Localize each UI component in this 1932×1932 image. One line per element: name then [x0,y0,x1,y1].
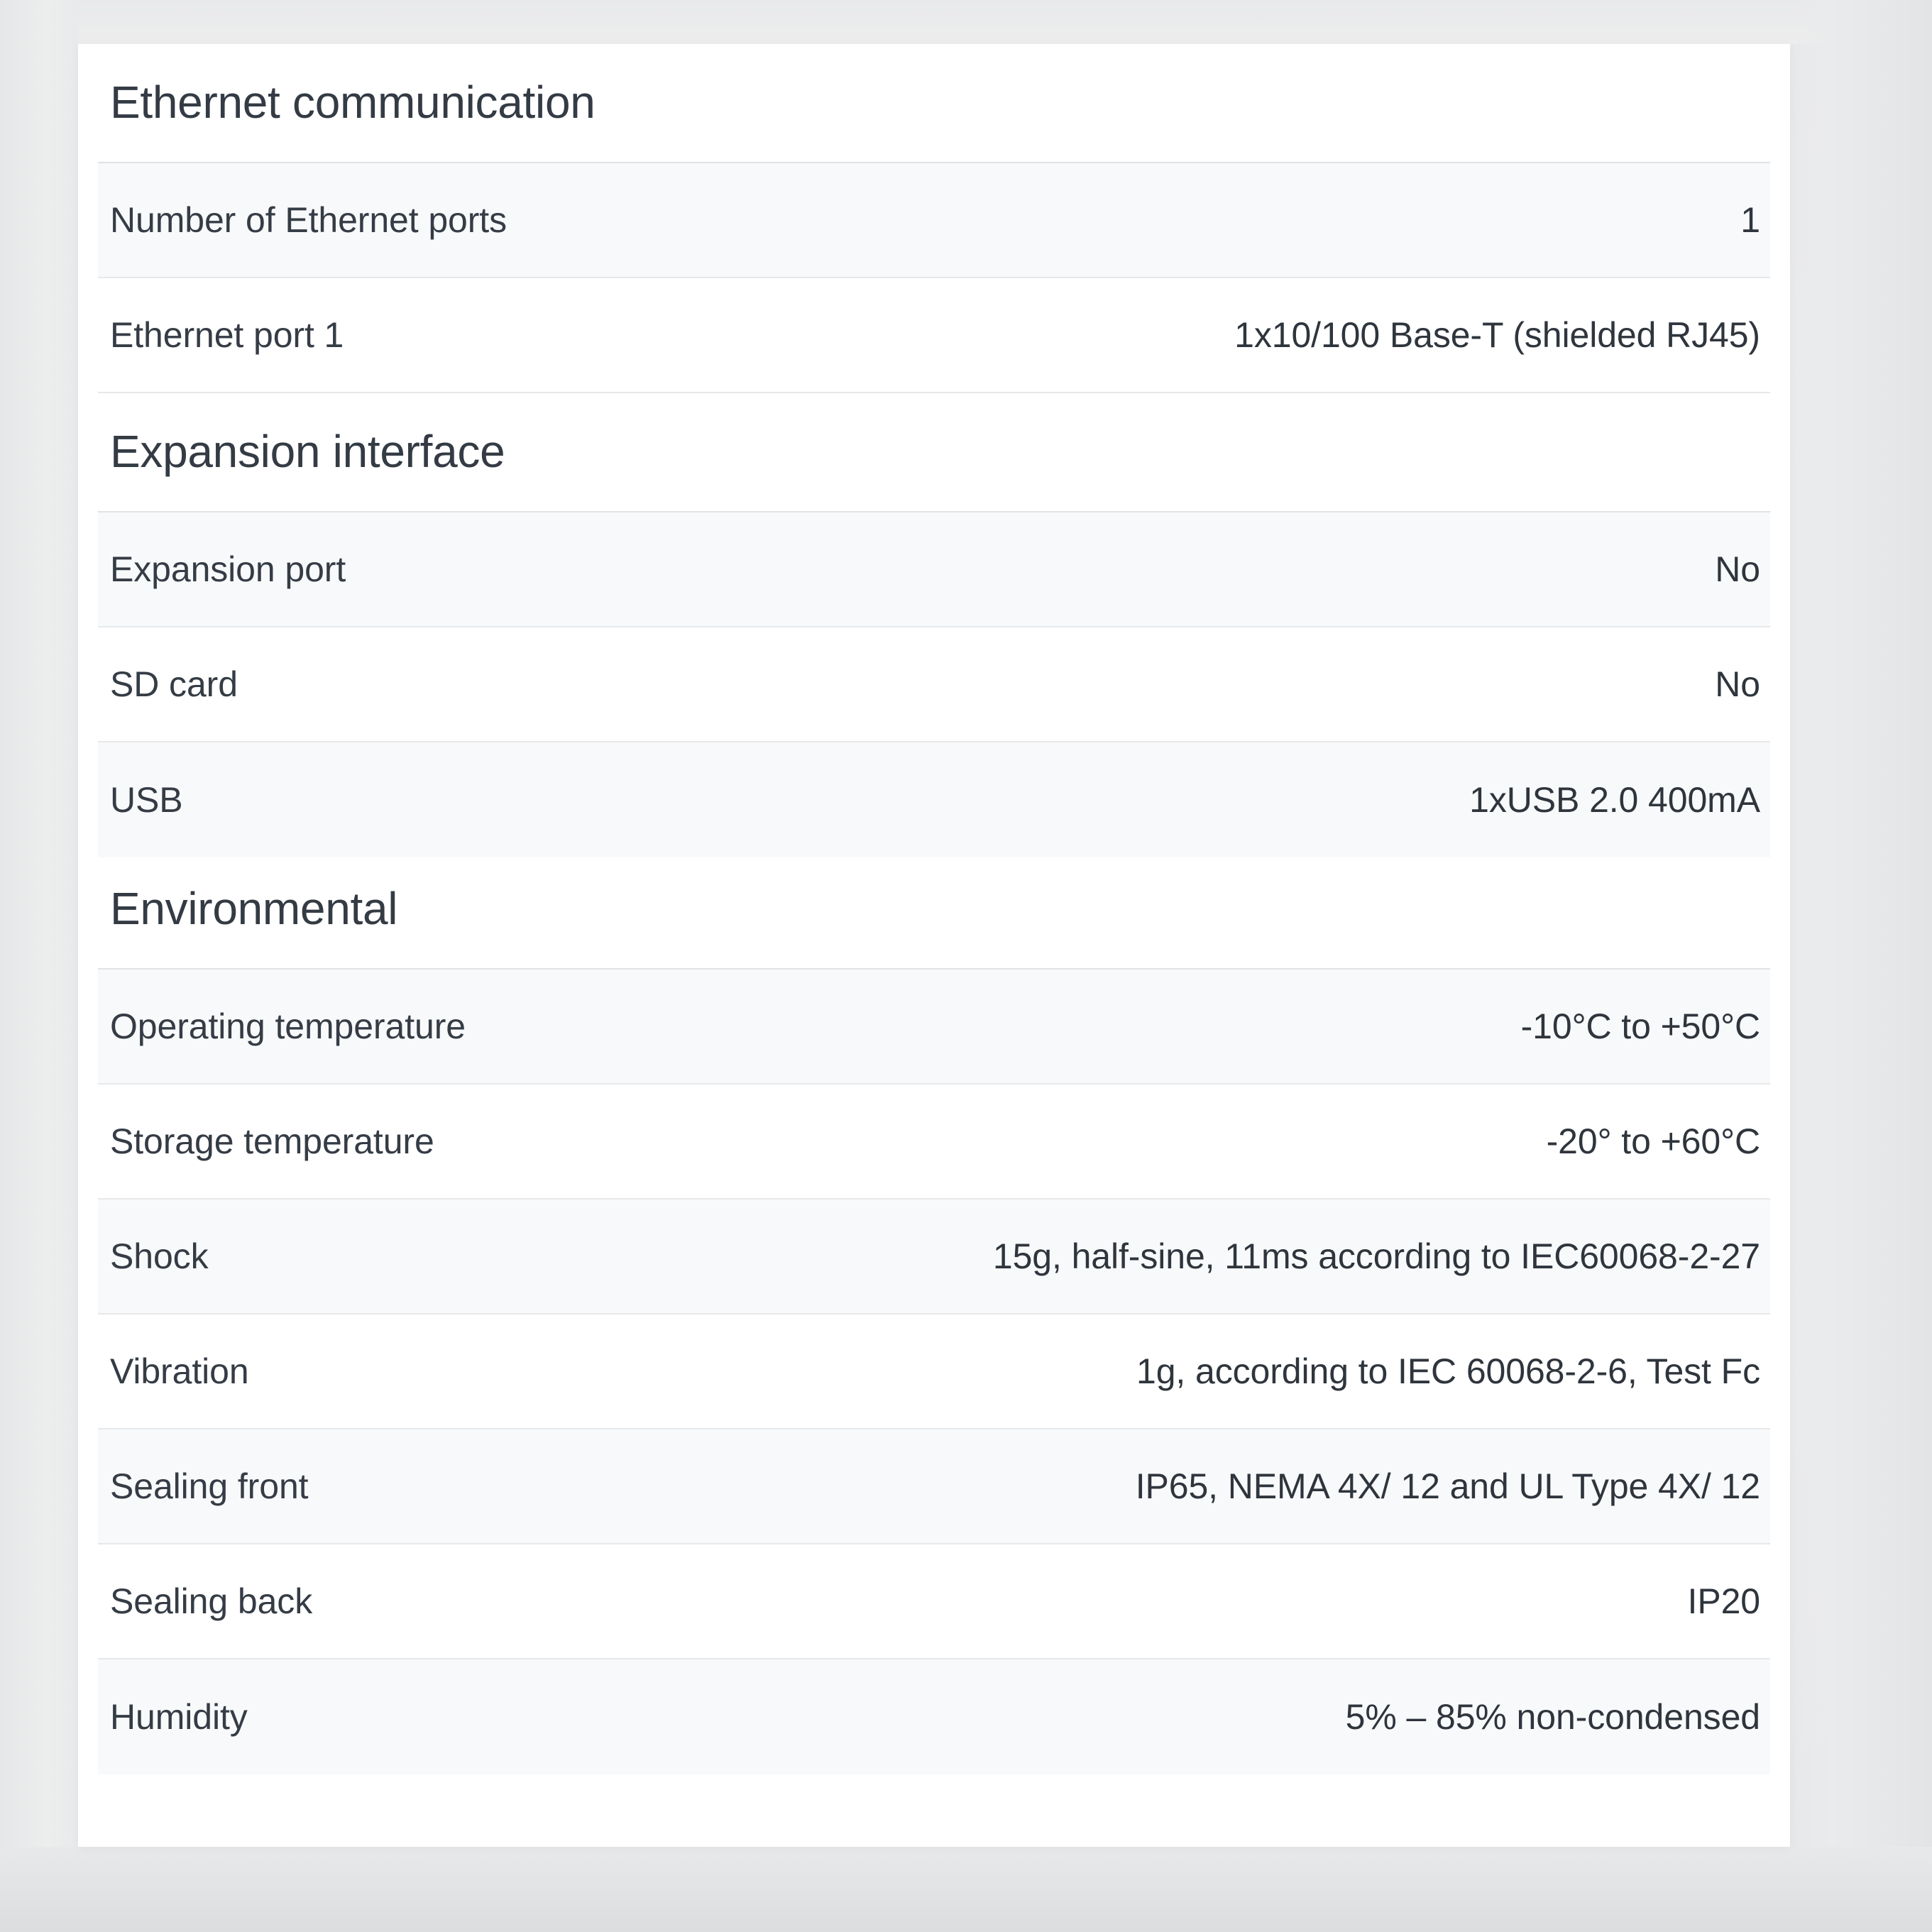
row-value: 5% – 85% non-condensed [1345,1697,1760,1737]
row-label: Operating temperature [110,1006,466,1046]
row-label: SD card [110,664,238,704]
page-root: Ethernet communication Number of Etherne… [0,0,1932,1932]
row-label: Sealing front [110,1466,309,1506]
table-row: USB 1xUSB 2.0 400mA [98,742,1770,857]
specification-table: Ethernet communication Number of Etherne… [78,44,1790,1774]
background-right-gradient [1790,0,1932,1932]
row-value: 1xUSB 2.0 400mA [1469,780,1760,820]
row-label: Vibration [110,1351,249,1391]
row-value: -20° to +60°C [1546,1121,1760,1161]
row-label: Shock [110,1236,209,1276]
table-row: Vibration 1g, according to IEC 60068-2-6… [98,1314,1770,1429]
row-label: Storage temperature [110,1121,434,1161]
specification-card: Ethernet communication Number of Etherne… [78,44,1790,1847]
row-value: 1x10/100 Base-T (shielded RJ45) [1234,315,1760,355]
table-row: Sealing back IP20 [98,1544,1770,1659]
row-value: 15g, half-sine, 11ms according to IEC600… [992,1236,1760,1276]
background-bottom-gradient [0,1847,1932,1932]
section-title-ethernet-communication: Ethernet communication [110,77,595,128]
section-title-expansion-interface: Expansion interface [110,426,505,477]
row-value: 1 [1740,200,1760,240]
row-label: Ethernet port 1 [110,315,344,355]
row-label: Humidity [110,1697,248,1737]
background-left-gradient [0,0,78,1932]
table-row: Storage temperature -20° to +60°C [98,1085,1770,1200]
row-value: No [1715,664,1760,704]
table-row: Expansion port No [98,512,1770,627]
row-label: Sealing back [110,1581,313,1621]
row-value: IP20 [1687,1581,1761,1621]
row-value: No [1715,549,1760,589]
table-row: Number of Ethernet ports 1 [98,163,1770,278]
row-value: IP65, NEMA 4X/ 12 and UL Type 4X/ 12 [1135,1466,1760,1506]
row-value: -10°C to +50°C [1520,1006,1760,1046]
row-value: 1g, according to IEC 60068-2-6, Test Fc [1136,1351,1760,1391]
background-top-gradient [0,0,1932,44]
table-row: SD card No [98,627,1770,742]
table-row: Humidity 5% – 85% non-condensed [98,1659,1770,1774]
section-title-environmental: Environmental [110,883,398,934]
row-label: USB [110,780,183,820]
row-label: Number of Ethernet ports [110,200,507,240]
table-row: Sealing front IP65, NEMA 4X/ 12 and UL T… [98,1429,1770,1544]
row-label: Expansion port [110,549,346,589]
table-row: Shock 15g, half-sine, 11ms according to … [98,1200,1770,1314]
table-row: Ethernet port 1 1x10/100 Base-T (shielde… [98,278,1770,393]
table-row: Operating temperature -10°C to +50°C [98,970,1770,1085]
